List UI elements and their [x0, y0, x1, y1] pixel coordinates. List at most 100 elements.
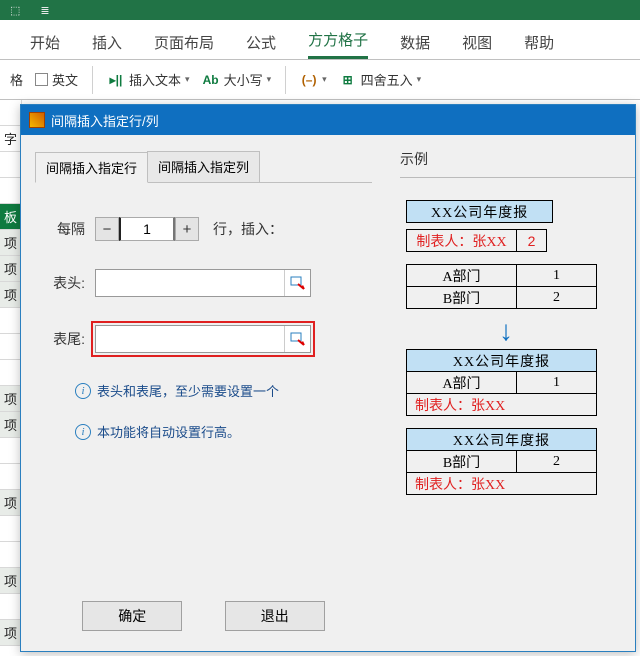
ex-title: XX公司年度报	[407, 350, 597, 372]
cancel-button[interactable]: 退出	[225, 601, 325, 631]
dialog-tabs: 间隔插入指定行 间隔插入指定列	[35, 151, 372, 183]
example-section-label: 示例	[400, 149, 635, 169]
header-range-input[interactable]	[96, 270, 284, 296]
ex-deptA: A部门	[407, 372, 517, 394]
row-cell	[0, 360, 22, 386]
row-cell	[0, 594, 22, 620]
chevron-down-icon: ▾	[322, 74, 327, 85]
tab-start[interactable]: 开始	[30, 32, 60, 59]
tab-ffgz[interactable]: 方方格子	[308, 29, 368, 59]
example-before-data: A部门1 B部门2	[406, 264, 597, 309]
row-cell	[0, 308, 22, 334]
ribbon-insert-text[interactable]: ▸|| 插入文本 ▾	[103, 68, 194, 91]
dialog-title-text: 间隔插入指定行/列	[51, 111, 159, 130]
row-cell: 项	[0, 620, 22, 646]
example-after-1: XX公司年度报 A部门1 制表人：张XX	[406, 349, 597, 416]
titlebar-icon: ≣	[40, 4, 49, 17]
tab-layout[interactable]: 页面布局	[154, 32, 214, 59]
unit-label: 行，插入：	[213, 219, 283, 239]
ribbon-separator	[92, 66, 93, 94]
example-panel: 示例 XX公司年度报 制表人：张XX2 A部门1 B部门2 ↓ XX公司年度报 …	[386, 135, 635, 651]
ex-deptA: A部门	[407, 265, 517, 287]
ex-a1: 1	[517, 265, 597, 287]
range-picker-icon	[290, 276, 306, 290]
info-row-height: i 本功能将自动设置行高。	[75, 422, 372, 441]
step-plus-button[interactable]: +	[175, 217, 199, 241]
chevron-down-icon: ▾	[417, 74, 422, 85]
excel-titlebar: ⬚ ≣	[0, 0, 640, 20]
range-picker-icon	[290, 332, 306, 346]
row-cell	[0, 464, 22, 490]
ribbon-english-check[interactable]: 英文	[31, 68, 82, 91]
checkbox-icon	[35, 73, 48, 86]
chevron-down-icon: ▾	[267, 74, 272, 85]
tab-view[interactable]: 视图	[462, 32, 492, 59]
insert-text-icon: ▸||	[107, 71, 125, 89]
footer-label: 表尾:	[35, 329, 95, 349]
row-cell: 项	[0, 256, 22, 282]
ex-a1: 1	[517, 372, 597, 394]
ribbon-separator	[285, 66, 286, 94]
example-before-row: 制表人：张XX2	[406, 229, 547, 252]
ok-button[interactable]: 确定	[82, 601, 182, 631]
arrow-down-icon: ↓	[406, 315, 606, 347]
ribbon-case-label: 大小写	[224, 70, 263, 89]
ex-maker: 制表人：张XX	[407, 230, 517, 252]
row-cell	[0, 516, 22, 542]
info-icon: i	[75, 383, 91, 399]
ribbon-english-label: 英文	[52, 70, 78, 89]
sheet-row-headers: 字 板 项 项 项 项 项 项 项 项	[0, 100, 22, 656]
ribbon: 格 英文 ▸|| 插入文本 ▾ Ab 大小写 ▾ (–) ▾ ⊞ 四舍五入 ▾	[0, 60, 640, 100]
interval-input[interactable]	[119, 217, 175, 241]
dialog-titlebar[interactable]: 间隔插入指定行/列	[21, 105, 635, 135]
tab-insert-cols[interactable]: 间隔插入指定列	[147, 151, 260, 182]
chevron-down-icon: ▾	[185, 74, 190, 85]
ex-maker: 制表人：张XX	[407, 473, 597, 495]
example-before: XX公司年度报	[406, 200, 553, 223]
row-cell-selected: 板	[0, 204, 22, 230]
row-cell: 项	[0, 412, 22, 438]
step-minus-button[interactable]: −	[95, 217, 119, 241]
info-header-footer: i 表头和表尾，至少需要设置一个	[75, 381, 372, 400]
ex-b1: 2	[517, 451, 597, 473]
row-cell	[0, 334, 22, 360]
interval-stepper: − +	[95, 217, 199, 241]
tab-help[interactable]: 帮助	[524, 32, 554, 59]
range-picker-button[interactable]	[284, 326, 310, 352]
ribbon-tabs: 开始 插入 页面布局 公式 方方格子 数据 视图 帮助	[0, 20, 640, 60]
ex-title: XX公司年度报	[407, 429, 597, 451]
row-cell: 项	[0, 230, 22, 256]
row-cell: 字	[0, 126, 22, 152]
ex-v: 2	[517, 230, 547, 252]
insert-rows-dialog: 间隔插入指定行/列 间隔插入指定行 间隔插入指定列 每隔 − + 行，插入： 表…	[20, 104, 636, 652]
ex-title: XX公司年度报	[407, 201, 553, 223]
ribbon-ge[interactable]: 格	[6, 68, 27, 91]
row-cell	[0, 100, 22, 126]
ex-b1: 2	[517, 287, 597, 309]
row-cell: 项	[0, 282, 22, 308]
footer-range-input[interactable]	[96, 326, 284, 352]
row-cell	[0, 542, 22, 568]
example-after-2: XX公司年度报 B部门2 制表人：张XX	[406, 428, 597, 495]
info-text: 表头和表尾，至少需要设置一个	[97, 381, 279, 400]
row-cell	[0, 438, 22, 464]
tab-insert[interactable]: 插入	[92, 32, 122, 59]
ex-deptB: B部门	[407, 451, 517, 473]
tab-formula[interactable]: 公式	[246, 32, 276, 59]
tab-data[interactable]: 数据	[400, 32, 430, 59]
range-picker-button[interactable]	[284, 270, 310, 296]
ribbon-round-label: 四舍五入	[361, 70, 413, 89]
row-cell: 项	[0, 490, 22, 516]
ribbon-round[interactable]: ⊞ 四舍五入 ▾	[335, 68, 426, 91]
ribbon-brackets[interactable]: (–) ▾	[296, 69, 331, 91]
info-text: 本功能将自动设置行高。	[97, 422, 240, 441]
titlebar-icon: ⬚	[10, 4, 20, 17]
tab-insert-rows[interactable]: 间隔插入指定行	[35, 152, 148, 183]
row-cell: 项	[0, 386, 22, 412]
row-cell: 项	[0, 568, 22, 594]
ribbon-case[interactable]: Ab 大小写 ▾	[198, 68, 276, 91]
every-label: 每隔	[35, 219, 95, 239]
case-icon: Ab	[202, 71, 220, 89]
row-cell	[0, 178, 22, 204]
dialog-icon	[29, 112, 45, 128]
